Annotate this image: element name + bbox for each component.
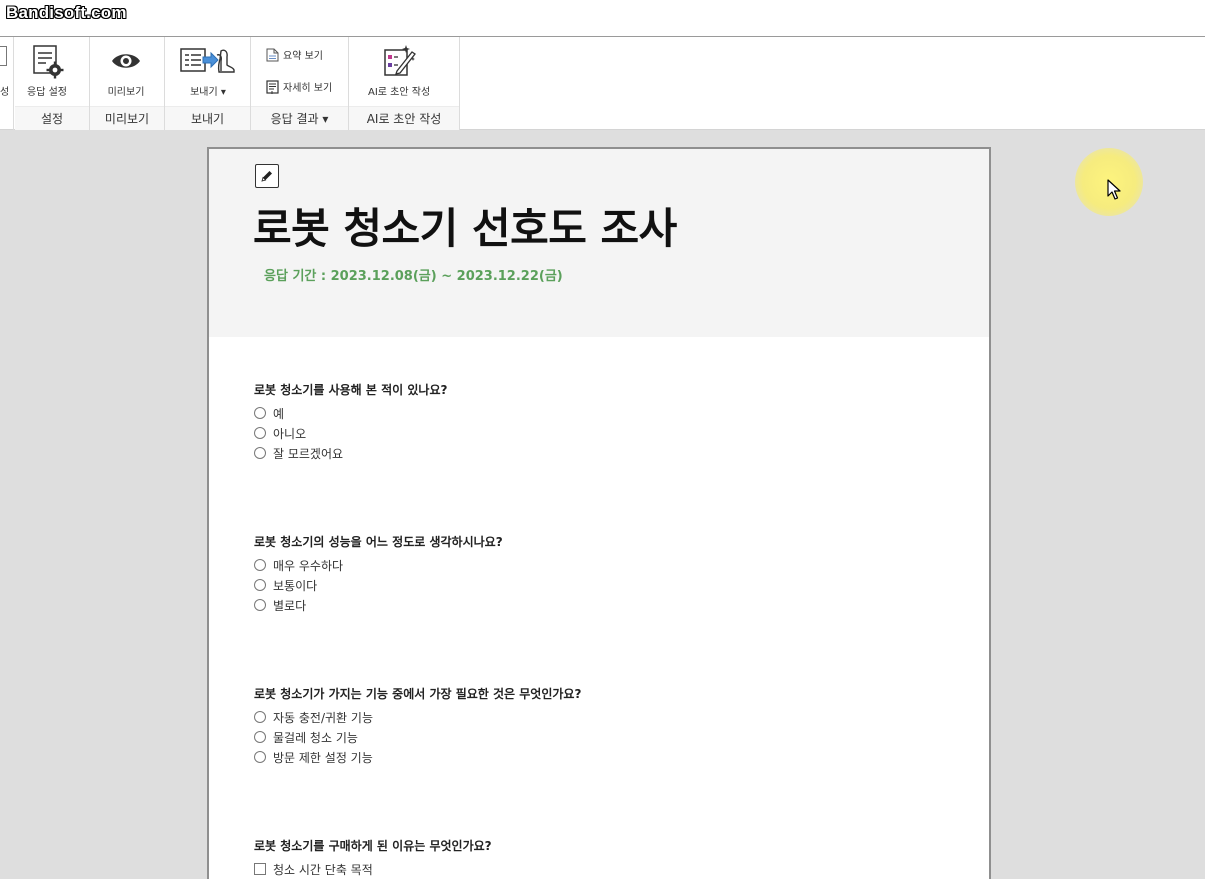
response-settings-icon [27,41,67,81]
summary-document-icon [266,48,279,61]
radio-button[interactable] [254,407,266,419]
question-title: 로봇 청소기를 사용해 본 적이 있나요? [254,383,448,397]
group-label-ai: AI로 초안 작성 [349,106,459,130]
recorder-watermark: Bandisoft.com [6,3,127,22]
answer-option[interactable]: 잘 모르겠어요 [254,443,954,463]
ribbon-group-preview: 미리보기 미리보기 [90,37,165,130]
survey-document: 로봇 청소기 선호도 조사 응답 기간 : 2023.12.08(금) ~ 20… [207,147,991,879]
radio-button[interactable] [254,427,266,439]
answer-option[interactable]: 아니오 [254,423,954,443]
ribbon-cut-group: 성 [0,37,14,130]
radio-button[interactable] [254,731,266,743]
radio-button[interactable] [254,751,266,763]
survey-title: 로봇 청소기 선호도 조사 [253,204,677,253]
send-label: 보내기 ▾ [190,87,226,98]
title-bar: Bandisoft.com [0,0,1205,37]
answer-option[interactable]: 보통이다 [254,575,954,595]
edit-header-button[interactable] [255,164,279,188]
detail-view-label: 자세히 보기 [283,83,333,94]
summary-view-label: 요약 보기 [283,51,323,62]
detail-document-icon [266,79,279,94]
group-label-results-dropdown[interactable]: 응답 결과 ▾ [251,106,348,130]
send-icon [178,41,238,81]
answer-option[interactable]: 물걸레 청소 기능 [254,727,954,747]
radio-button[interactable] [254,579,266,591]
preview-button[interactable]: 미리보기 [106,41,146,98]
question-1: 로봇 청소기를 사용해 본 적이 있나요? 예 아니오 잘 모르겠어요 [254,381,954,463]
survey-header: 로봇 청소기 선호도 조사 응답 기간 : 2023.12.08(금) ~ 20… [209,149,989,337]
answer-option[interactable]: 예 [254,403,954,423]
question-2: 로봇 청소기의 성능을 어느 정도로 생각하시나요? 매우 우수하다 보통이다 … [254,533,954,615]
ribbon-toolbar: 성 응답 설정 설정 미리보기 미리보기 보내기 ▾ 보내기 요약 보기 자세히… [0,37,1205,130]
radio-button[interactable] [254,711,266,723]
ribbon-group-send: 보내기 ▾ 보내기 [165,37,251,130]
ai-draft-button[interactable]: AI로 초안 작성 [368,41,430,98]
clipped-button-label: 성 [0,87,10,98]
clipped-button-icon[interactable] [0,46,7,66]
answer-option[interactable]: 청소 시간 단축 목적 [254,859,954,879]
group-label-settings: 설정 [15,106,89,130]
ribbon-group-settings: 응답 설정 설정 [15,37,90,130]
ribbon-group-results: 요약 보기 자세히 보기 응답 결과 ▾ [251,37,349,130]
question-title: 로봇 청소기의 성능을 어느 정도로 생각하시나요? [254,535,503,549]
pencil-icon [261,171,272,182]
group-label-preview: 미리보기 [90,106,164,130]
response-settings-label: 응답 설정 [27,87,67,98]
radio-button[interactable] [254,559,266,571]
question-4: 로봇 청소기를 구매하게 된 이유는 무엇인가요? 청소 시간 단축 목적 [254,837,954,879]
radio-button[interactable] [254,447,266,459]
ai-sparkle-document-icon [379,41,419,81]
answer-option[interactable]: 방문 제한 설정 기능 [254,747,954,767]
question-title: 로봇 청소기가 가지는 기능 중에서 가장 필요한 것은 무엇인가요? [254,687,582,701]
question-title: 로봇 청소기를 구매하게 된 이유는 무엇인가요? [254,839,492,853]
mouse-pointer-icon [1107,179,1121,200]
response-period: 응답 기간 : 2023.12.08(금) ~ 2023.12.22(금) [264,269,563,284]
answer-option[interactable]: 매우 우수하다 [254,555,954,575]
checkbox[interactable] [254,863,266,875]
group-label-send: 보내기 [165,106,250,130]
answer-option[interactable]: 별로다 [254,595,954,615]
detail-view-button[interactable]: 자세히 보기 [266,79,332,94]
ai-draft-label: AI로 초안 작성 [368,87,431,98]
summary-view-button[interactable]: 요약 보기 [266,47,323,62]
question-3: 로봇 청소기가 가지는 기능 중에서 가장 필요한 것은 무엇인가요? 자동 충… [254,685,954,767]
ribbon-group-ai: AI로 초안 작성 AI로 초안 작성 [349,37,460,130]
eye-icon [106,41,146,81]
send-button[interactable]: 보내기 ▾ [178,41,238,98]
preview-label: 미리보기 [107,87,145,98]
answer-option[interactable]: 자동 충전/귀환 기능 [254,707,954,727]
response-settings-button[interactable]: 응답 설정 [27,41,67,98]
radio-button[interactable] [254,599,266,611]
